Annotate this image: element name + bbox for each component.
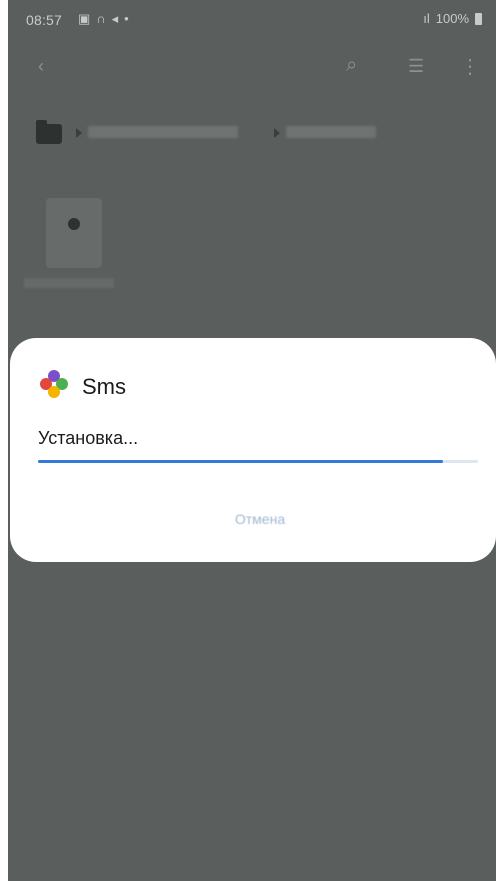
status-notification-icons: ▣ ∩ ◂ • (78, 11, 129, 27)
toolbar: ‹ ⌕ ☰ ⋮ (8, 44, 496, 88)
dialog-app-name: Sms (82, 374, 126, 399)
breadcrumb (36, 118, 476, 154)
more-vert-icon[interactable]: ⋮ (460, 54, 480, 79)
file-thumbnail (46, 198, 102, 268)
headset-icon: ∩ (96, 11, 106, 26)
status-bar: 08:57 ▣ ∩ ◂ • ıl 100% (8, 0, 496, 36)
dot-icon: • (124, 11, 129, 26)
search-icon[interactable]: ⌕ (346, 54, 357, 77)
battery-percent: 100% (435, 11, 469, 26)
signal-icon: ıl (423, 11, 430, 26)
image-icon: ▣ (78, 11, 91, 26)
status-system-icons: ıl 100% (423, 11, 482, 26)
cancel-button[interactable]: Отмена (200, 504, 320, 534)
folder-icon[interactable] (36, 120, 62, 144)
breadcrumb-item[interactable] (286, 126, 376, 138)
install-progress-fill (38, 460, 443, 463)
status-time: 08:57 (26, 12, 63, 28)
back-arrow-icon[interactable]: ‹ (38, 56, 44, 77)
install-progress-bar (38, 460, 478, 463)
app-icon (40, 370, 68, 398)
send-icon: ◂ (111, 11, 119, 26)
chevron-right-icon (274, 128, 280, 138)
install-status-text: Установка... (38, 428, 139, 448)
battery-icon (475, 12, 482, 25)
screen-margin (0, 0, 8, 881)
breadcrumb-item[interactable] (88, 126, 238, 138)
chevron-right-icon (76, 128, 82, 138)
file-item[interactable] (22, 198, 122, 298)
install-dialog: Sms Установка... Отмена (10, 338, 496, 562)
file-name (24, 278, 114, 288)
list-view-icon[interactable]: ☰ (408, 56, 424, 77)
phone-screen: 08:57 ▣ ∩ ◂ • ıl 100% ‹ ⌕ ☰ ⋮ Sms Устано… (8, 0, 496, 881)
